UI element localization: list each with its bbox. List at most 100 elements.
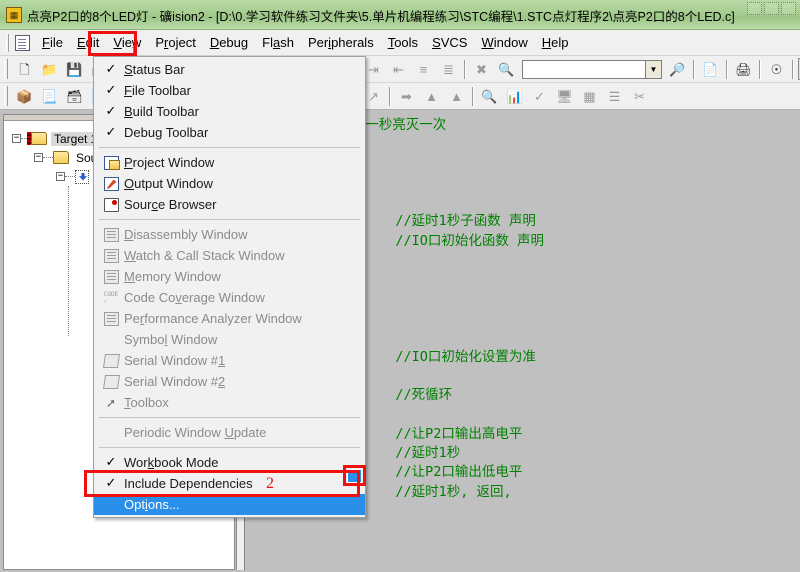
menu-view[interactable]: View	[106, 33, 148, 52]
menu-item-output-window[interactable]: Output Window	[94, 173, 365, 194]
disassembly-icon	[100, 227, 122, 242]
menu-item-memory-window[interactable]: Memory Window	[94, 266, 365, 287]
keil-uvision-window: ▦ 点亮P2口的8个LED灯 - 礦ision2 - [D:\0.学习软件练习文…	[0, 0, 800, 572]
find-icon[interactable]: 🔎	[666, 58, 689, 80]
menu-item-workbook-mode[interactable]: ✓ Workbook Mode	[94, 452, 365, 473]
maximize-button[interactable]	[764, 2, 779, 15]
title-bar: ▦ 点亮P2口的8个LED灯 - 礦ision2 - [D:\0.学习软件练习文…	[0, 0, 800, 30]
toolbox-icon[interactable]: ✂	[628, 85, 651, 107]
uncomment-icon[interactable]: ≣	[437, 58, 460, 80]
menu-item-label: Output Window	[124, 176, 213, 191]
run-icon[interactable]: ➡	[395, 85, 418, 107]
code-coverage-icon[interactable]: ✓	[528, 85, 551, 107]
menu-item-label: Source Browser	[124, 197, 217, 212]
batch-build-icon[interactable]: 🗃	[63, 85, 86, 107]
new-file-icon[interactable]: 🗋	[13, 58, 36, 80]
print-icon[interactable]: 🖨	[732, 58, 755, 80]
tree-connector	[65, 176, 75, 177]
watch-icon[interactable]: 📊	[503, 85, 526, 107]
menu-project[interactable]: Project	[148, 33, 202, 52]
menu-item-file-toolbar[interactable]: ✓ File Toolbar	[94, 80, 365, 101]
menu-item-include-dependencies[interactable]: ✓ Include Dependencies	[94, 473, 365, 494]
toolbar-separator	[726, 59, 728, 79]
menu-edit[interactable]: Edit	[70, 33, 106, 52]
menu-item-label: Workbook Mode	[124, 455, 219, 470]
source-browser-icon	[100, 197, 122, 212]
menu-item-serial-window-1[interactable]: Serial Window #1	[94, 350, 365, 371]
output-window-icon	[100, 176, 122, 191]
menu-item-debug-toolbar[interactable]: ✓ Debug Toolbar	[94, 122, 365, 143]
collapse-toggle-icon[interactable]: −	[12, 134, 21, 143]
open-file-icon[interactable]: 📁	[38, 58, 61, 80]
disassembly-icon[interactable]: 🔍	[478, 85, 501, 107]
menu-file[interactable]: File	[35, 33, 70, 52]
menu-svcs[interactable]: SVCS	[425, 33, 474, 52]
menu-item-build-toolbar[interactable]: ✓ Build Toolbar	[94, 101, 365, 122]
menu-item-label: Options...	[124, 497, 180, 512]
menu-item-toolbox[interactable]: ➚ Toolbox	[94, 392, 365, 413]
menu-separator	[99, 147, 360, 148]
menu-flash[interactable]: Flash	[255, 33, 301, 52]
check-icon: ✓	[105, 476, 117, 491]
annotation-number-1: 1	[130, 44, 138, 60]
close-button[interactable]	[781, 2, 796, 15]
menu-item-performance-analyzer-window[interactable]: Performance Analyzer Window	[94, 308, 365, 329]
insert-file-icon[interactable]: 📄	[699, 58, 722, 80]
menu-item-symbol-window[interactable]: Symbol Window	[94, 329, 365, 350]
menu-item-options[interactable]: Options...	[94, 494, 365, 515]
save-icon[interactable]: 💾	[63, 58, 86, 80]
minimize-button[interactable]	[747, 2, 762, 15]
check-icon: ✓	[105, 125, 117, 140]
check-icon: ✓	[105, 455, 117, 470]
menu-help[interactable]: Help	[535, 33, 576, 52]
menu-item-label: Serial Window #1	[124, 353, 226, 368]
view-dropdown-menu[interactable]: ✓ Status Bar ✓ File Toolbar ✓ Build Toolbar ✓ D…	[93, 56, 366, 518]
performance-icon[interactable]: ☰	[603, 85, 626, 107]
menu-item-project-window[interactable]: Project Window	[94, 152, 365, 173]
menu-item-disassembly-window[interactable]: Disassembly Window	[94, 224, 365, 245]
menubar-grip[interactable]	[6, 33, 9, 52]
menu-peripherals[interactable]: Peripherals	[301, 33, 381, 52]
menu-item-periodic-window-update[interactable]: Periodic Window Update	[94, 422, 365, 443]
menu-item-label: Serial Window #2	[124, 374, 226, 389]
memory-window-icon[interactable]: ▦	[578, 85, 601, 107]
toolbar-grip[interactable]	[4, 59, 8, 79]
toolbar-separator	[792, 59, 794, 79]
menu-tools[interactable]: Tools	[381, 33, 425, 52]
find-in-files-icon[interactable]: 🔍	[495, 58, 518, 80]
menu-item-status-bar[interactable]: ✓ Status Bar	[94, 59, 365, 80]
memory-icon	[100, 269, 122, 284]
collapse-toggle-icon[interactable]: −	[56, 172, 65, 181]
menu-debug[interactable]: Debug	[203, 33, 255, 52]
project-window-icon	[100, 155, 122, 170]
toolbar-separator	[759, 59, 761, 79]
menu-item-label: File Toolbar	[124, 83, 191, 98]
braces-up-icon[interactable]: ▲	[445, 85, 468, 107]
menu-item-serial-window-2[interactable]: Serial Window #2	[94, 371, 365, 392]
rebuild-icon[interactable]: 📃	[38, 85, 61, 107]
serial-window-icon[interactable]: 🖥	[553, 85, 576, 107]
menu-item-label: Toolbox	[124, 395, 169, 410]
find-next-icon[interactable]: ☉	[765, 58, 788, 80]
document-icon	[15, 34, 30, 51]
comment-icon[interactable]: ≡	[412, 58, 435, 80]
chevron-down-icon[interactable]: ▼	[645, 60, 661, 78]
code-coverage-icon: CODE ✓	[103, 290, 119, 305]
menu-item-label: Disassembly Window	[124, 227, 248, 242]
outdent-icon[interactable]: ⇤	[387, 58, 410, 80]
collapse-toggle-icon[interactable]: −	[34, 153, 43, 162]
menu-item-source-browser[interactable]: Source Browser	[94, 194, 365, 215]
menu-item-watch-call-stack-window[interactable]: Watch & Call Stack Window	[94, 245, 365, 266]
debug-session-icon[interactable]: ✖	[470, 58, 493, 80]
window-title: 点亮P2口的8个LED灯 - 礦ision2 - [D:\0.学习软件练习文件夹…	[27, 9, 735, 24]
find-combo[interactable]: ▼	[522, 59, 662, 79]
find-input[interactable]	[523, 61, 641, 77]
build-target-icon[interactable]: 📦	[13, 85, 36, 107]
menu-item-code-coverage-window[interactable]: CODE ✓ Code Coverage Window	[94, 287, 365, 308]
toolbar-grip[interactable]	[4, 86, 8, 106]
rec-up-icon[interactable]: ▲	[420, 85, 443, 107]
window-controls	[747, 2, 796, 15]
toolbox-icon: ➚	[105, 395, 117, 410]
menu-window[interactable]: Window	[474, 33, 534, 52]
code-line[interactable]	[249, 521, 800, 540]
